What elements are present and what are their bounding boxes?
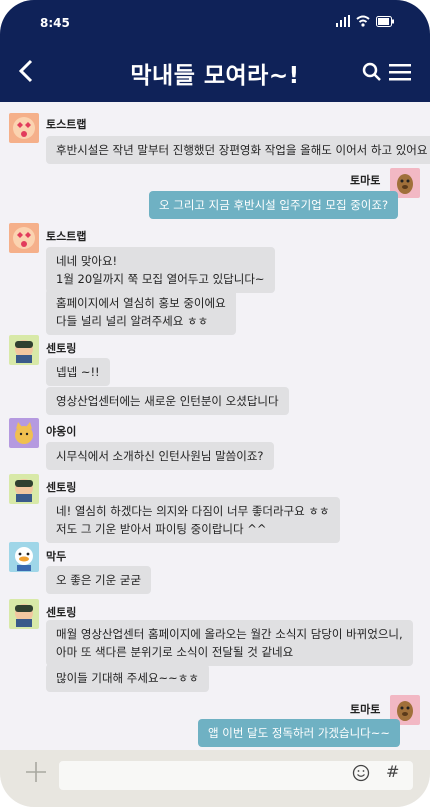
sender-name: 토마토 [350,174,381,187]
status-time: 8:45 [40,16,70,30]
smile-icon[interactable] [352,764,370,782]
sender-name: 센토링 [46,481,77,494]
avatar[interactable] [9,599,39,629]
search-icon[interactable] [362,62,382,82]
plus-icon[interactable] [25,761,47,783]
avatar[interactable] [9,542,39,572]
message-line: 다들 널리 널리 알려주세요 ㅎㅎ [56,314,209,328]
message-line: 아마 또 색다른 분위기로 소식이 전달될 것 같네요 [56,645,294,659]
message-line: 네! 열심히 하겠다는 의지와 다짐이 너무 좋더라구요 ㅎㅎ [56,504,330,518]
wifi-icon [356,15,370,27]
avatar[interactable] [9,418,39,448]
message-bubble[interactable]: 매월 영상산업센터 홈페이지에 올라오는 월간 소식지 담당이 바뀌었으니, 아… [46,620,413,666]
sender-name: 야옹이 [46,425,77,438]
message-bubble[interactable]: 오 좋은 기운 굳굳 [46,566,152,594]
message-bubble[interactable]: 홈페이지에서 열심히 홍보 중이에요 다들 널리 널리 알려주세요 ㅎㅎ [46,289,236,335]
message-bubble[interactable]: 네! 열심히 하겠다는 의지와 다짐이 너무 좋더라구요 ㅎㅎ 저도 그 기운 … [46,497,340,543]
status-icons [336,15,394,27]
sender-name: 토스트랩 [46,230,87,243]
character-avatar-icon [15,479,33,502]
character-avatar-icon [15,340,33,363]
chat-area: 토스트랩 후반시설은 작년 말부터 진행했던 장편영화 작업을 올해도 이어서 … [0,102,430,750]
message-line: 1월 20일까지 쭉 모집 열어두고 있답니다~ [56,272,265,286]
love-emoji-avatar-icon [13,117,35,139]
chat-header: 8:45 막내들 모여라~! [0,0,430,102]
sender-name: 센토링 [46,342,77,355]
love-emoji-avatar-icon [13,227,35,249]
avatar[interactable] [9,223,39,253]
character-avatar-icon [15,604,33,627]
duck-avatar-icon [15,547,33,571]
sender-name: 토마토 [350,703,381,716]
avatar[interactable] [9,474,39,504]
cat-avatar-icon [15,422,33,444]
battery-icon [376,15,394,27]
message-bubble[interactable]: 네네 맞아요! 1월 20일까지 쭉 모집 열어두고 있답니다~ [46,247,275,293]
sender-name: 막두 [46,550,67,563]
message-line: 저도 그 기운 받아서 파이팅 중이랍니다 ^^ [56,522,267,536]
hash-icon[interactable]: # [386,762,399,781]
sender-name: 센토링 [46,606,77,619]
signal-icon [336,15,350,27]
message-bubble[interactable]: 넵넵 ~!! [46,358,110,386]
avatar[interactable] [9,335,39,365]
message-bubble[interactable]: 시무식에서 소개하신 인턴사원님 말씀이죠? [46,442,274,470]
avatar[interactable] [9,113,39,143]
message-line: 매월 영상산업센터 홈페이지에 올라오는 월간 소식지 담당이 바뀌었으니, [56,627,403,641]
message-bubble[interactable]: 후반시설은 작년 말부터 진행했던 장편영화 작업을 올해도 이어서 하고 있어… [46,136,430,164]
my-message-bubble[interactable]: 앱 이번 달도 정독하러 가겠습니다~~ [198,719,401,747]
sender-name: 토스트랩 [46,118,87,131]
message-line: 홈페이지에서 열심히 홍보 중이에요 [56,296,226,310]
message-bubble[interactable]: 영상산업센터에는 새로운 인턴분이 오셨답니다 [46,387,289,415]
menu-icon[interactable] [389,63,411,81]
phone-screen: 8:45 막내들 모여라~! 토스트랩 후반시설은 작년 말부터 진행했던 장편… [0,0,430,807]
message-bubble[interactable]: 많이들 기대해 주세요~~ㅎㅎ [46,664,209,692]
my-message-bubble[interactable]: 오 그리고 지금 후반시설 입주기업 모집 중이죠? [149,191,399,219]
message-line: 네네 맞아요! [56,254,118,268]
